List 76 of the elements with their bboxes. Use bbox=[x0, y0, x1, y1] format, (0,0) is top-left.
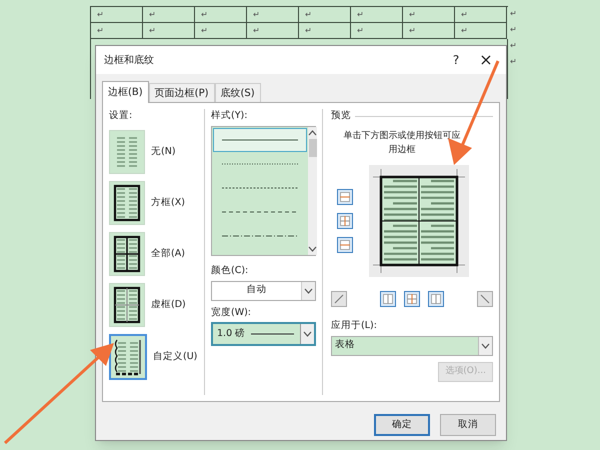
setting-label: 全部(A) bbox=[151, 247, 185, 262]
apply-to-label: 应用于(L): bbox=[331, 319, 378, 334]
scroll-thumb[interactable] bbox=[308, 139, 316, 158]
setting-label: 无(N) bbox=[151, 145, 176, 160]
row-end-mark: ↵ bbox=[509, 24, 517, 36]
color-dropdown[interactable]: 自动 bbox=[211, 280, 316, 300]
help-button[interactable]: ? bbox=[444, 51, 468, 69]
settings-label: 设置: bbox=[109, 109, 134, 123]
window-title: 边框和底纹 bbox=[104, 54, 155, 68]
table-cell: ↵ bbox=[91, 7, 143, 23]
table-cell: ↵ bbox=[403, 7, 455, 23]
tab[interactable]: 边框(B) bbox=[102, 81, 149, 103]
close-button[interactable]: × bbox=[474, 48, 498, 72]
table-border-icon bbox=[112, 184, 142, 222]
line-sample-icon bbox=[222, 234, 298, 238]
border-toggle-button[interactable] bbox=[380, 291, 396, 308]
table-border-icon bbox=[112, 235, 142, 274]
setting-label: 虚框(D) bbox=[151, 298, 186, 312]
border-toggle-button[interactable] bbox=[428, 291, 444, 308]
width-dropdown[interactable]: 1.0 磅 bbox=[211, 322, 316, 346]
setting-option[interactable] bbox=[109, 283, 145, 328]
border-toggle-button[interactable] bbox=[404, 291, 420, 308]
table-cell: ↵ bbox=[143, 23, 195, 39]
tab[interactable]: 页面边框(P) bbox=[148, 83, 215, 102]
diagonal-border-button[interactable] bbox=[331, 291, 347, 308]
table-cell: ↵ bbox=[195, 7, 247, 23]
table-cell: ↵ bbox=[455, 7, 507, 23]
preview-label: 预览 bbox=[331, 109, 351, 123]
table-cell: ↵ bbox=[299, 23, 351, 39]
chevron-down-icon bbox=[304, 288, 313, 294]
chevron-down-icon bbox=[308, 246, 317, 252]
color-label: 颜色(C): bbox=[211, 264, 250, 278]
border-toggle-button[interactable] bbox=[337, 237, 353, 254]
row-end-mark: ↵ bbox=[509, 8, 517, 20]
line-sample-icon bbox=[222, 186, 298, 190]
apply-to-dropdown[interactable]: 表格 bbox=[331, 336, 493, 356]
table-border-icon bbox=[112, 286, 142, 324]
setting-option[interactable] bbox=[109, 334, 147, 380]
chevron-up-icon bbox=[308, 130, 317, 136]
line-style-option[interactable] bbox=[213, 128, 307, 152]
table-cell: ↵ bbox=[247, 7, 299, 23]
style-label: 样式(Y): bbox=[211, 109, 248, 123]
tab[interactable]: 底纹(S) bbox=[214, 83, 261, 102]
setting-option[interactable] bbox=[109, 181, 145, 226]
border-toggle-button[interactable] bbox=[337, 213, 353, 230]
diagonal-line-icon bbox=[334, 294, 344, 304]
setting-label: 方框(X) bbox=[151, 196, 185, 210]
border-toggle-button[interactable] bbox=[337, 189, 353, 206]
table-cell: ↵ bbox=[351, 7, 403, 23]
table-cell: ↵ bbox=[195, 23, 247, 39]
table-cell: ↵ bbox=[143, 7, 195, 23]
chevron-down-icon bbox=[303, 330, 312, 337]
table-cell: ↵ bbox=[299, 7, 351, 23]
line-sample-icon bbox=[251, 332, 294, 336]
table-cell: ↵ bbox=[91, 23, 143, 39]
row-end-mark: ↵ bbox=[509, 56, 517, 68]
row-end-mark: ↵ bbox=[509, 40, 517, 52]
cancel-button[interactable]: 取消 bbox=[440, 414, 496, 436]
border-preview[interactable] bbox=[369, 165, 469, 278]
preview-hint: 单击下方图示或使用按钮可应用边框 bbox=[342, 130, 462, 158]
table-cell: ↵ bbox=[247, 23, 299, 39]
table-cell: ↵ bbox=[351, 23, 403, 39]
scrollbar[interactable] bbox=[308, 127, 317, 256]
line-sample-icon bbox=[222, 138, 298, 142]
width-label: 宽度(W): bbox=[211, 306, 252, 320]
setting-option[interactable] bbox=[109, 232, 145, 276]
line-sample-icon bbox=[222, 210, 298, 214]
ok-button[interactable]: 确定 bbox=[374, 414, 430, 436]
setting-label: 自定义(U) bbox=[153, 350, 198, 364]
line-sample-icon bbox=[222, 162, 298, 166]
table-cell: ↵ bbox=[403, 23, 455, 39]
diagonal-border-button[interactable] bbox=[477, 291, 493, 308]
table-cell: ↵ bbox=[455, 23, 507, 39]
diagonal-line-icon bbox=[480, 294, 490, 304]
table-border-icon bbox=[113, 338, 143, 376]
chevron-down-icon bbox=[481, 342, 490, 348]
